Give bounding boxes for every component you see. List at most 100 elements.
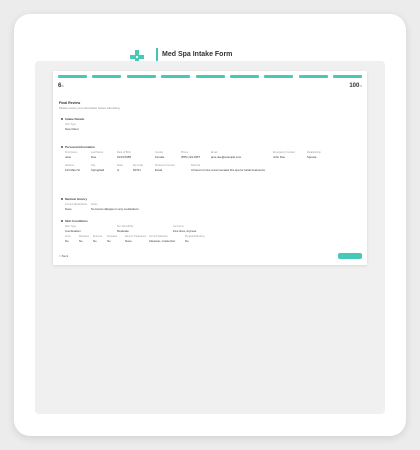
submit-button[interactable] <box>338 253 362 259</box>
field-value: No <box>107 239 111 243</box>
review-field: Recent Treatments None <box>125 235 146 243</box>
field-label: Eczema <box>93 235 103 238</box>
review-field: Visit Type New Client <box>65 123 79 131</box>
section-title: Final Review <box>59 101 81 105</box>
field-label: Gender <box>155 151 164 154</box>
field-label: Zip Code <box>133 164 144 167</box>
field-value: No <box>185 239 189 243</box>
field-value: Fine lines, dryness <box>173 229 197 233</box>
field-label: State <box>117 164 123 167</box>
section-heading: Personal Information <box>65 145 96 149</box>
section-description: Please review your information before su… <box>59 106 121 110</box>
review-field: Sun Sensitivity Moderate <box>117 225 133 233</box>
bullet-icon <box>61 220 63 222</box>
field-value: Combination <box>65 229 81 233</box>
field-label: Pregnant/Nursing <box>185 235 205 238</box>
field-value: Cleanser, moisturizer <box>149 239 176 243</box>
field-value: 62701 <box>133 168 141 172</box>
field-label: Rosacea <box>79 235 89 238</box>
field-label: Psoriasis <box>107 235 118 238</box>
field-value: Springfield <box>91 168 105 172</box>
field-value: None <box>125 239 132 243</box>
field-value: 123 Main St <box>65 168 80 172</box>
review-field: Zip Code 62701 <box>133 164 143 172</box>
review-field: Email jane.doe@example.com <box>211 151 241 159</box>
form-title: Med Spa Intake Form <box>162 51 233 58</box>
review-field: Relationship Spouse <box>307 151 321 159</box>
field-label: Skin Type <box>65 225 76 228</box>
section-heading: Medical History <box>65 197 88 201</box>
field-value: New Client <box>65 127 79 131</box>
step-segment <box>161 75 191 78</box>
field-value: (555) 123-4567 <box>181 155 201 159</box>
field-value: None <box>65 207 72 211</box>
step-segment <box>92 75 122 78</box>
field-label: Notes <box>91 203 98 206</box>
field-value: John Doe <box>273 155 285 159</box>
step-counter: 6/9 <box>58 83 64 89</box>
field-value: Spouse <box>307 155 317 159</box>
step-segment <box>195 75 225 78</box>
field-label: Acne <box>65 235 71 238</box>
field-label: Phone <box>181 151 189 154</box>
step-progress-bar <box>58 75 362 78</box>
field-label: Last Name <box>91 151 104 154</box>
back-button[interactable]: < Back <box>59 254 68 258</box>
review-field: Referral A friend of mine recommended thi… <box>191 164 265 172</box>
review-field: Date of Birth 01/15/1985 <box>117 151 131 159</box>
field-value: No <box>65 239 69 243</box>
field-value: Doe <box>91 155 97 159</box>
bullet-icon <box>61 146 63 148</box>
progress-row: 6/9 100% <box>58 83 362 91</box>
step-segment <box>58 75 87 78</box>
field-value: Moderate <box>117 229 129 233</box>
review-field: Concerns Fine lines, dryness <box>173 225 196 233</box>
field-value: No <box>79 239 83 243</box>
review-field: Emergency Contact John Doe <box>273 151 295 159</box>
form-container: SERENITY SPA Med Spa Intake Form Please … <box>14 14 406 436</box>
step-segment <box>126 75 156 78</box>
review-field: Rosacea No <box>79 235 89 243</box>
field-value: Email <box>155 168 162 172</box>
field-label: Current Skincare <box>149 235 168 238</box>
field-value: 01/15/1985 <box>117 155 131 159</box>
field-label: Emergency Contact <box>273 151 295 154</box>
section-heading: Intake Details <box>65 117 85 121</box>
field-value: Female <box>155 155 165 159</box>
field-value: jane.doe@example.com <box>211 155 242 159</box>
field-label: Date of Birth <box>117 151 131 154</box>
field-label: Visit Type <box>65 123 76 126</box>
review-field: Gender Female <box>155 151 164 159</box>
field-label: Referral <box>191 164 200 167</box>
review-field: Current Skincare Cleanser, moisturizer <box>149 235 175 243</box>
field-value: No known allergies to any medications <box>91 207 139 211</box>
field-label: Current Medications <box>65 203 88 206</box>
bullet-icon <box>61 198 63 200</box>
review-field: Current Medications None <box>65 203 87 211</box>
progress-percent: 100% <box>349 83 362 89</box>
field-value: Jane <box>65 155 72 159</box>
review-field: Phone (555) 123-4567 <box>181 151 200 159</box>
field-value: A friend of mine recommended this spa fo… <box>191 168 265 172</box>
step-segment <box>333 75 362 78</box>
review-field: Notes No known allergies to any medicatio… <box>91 203 139 211</box>
field-label: Concerns <box>173 225 184 228</box>
step-segment <box>264 75 294 78</box>
review-field: Last Name Doe <box>91 151 103 159</box>
review-field: First Name Jane <box>65 151 77 159</box>
step-segment <box>298 75 328 78</box>
review-field: City Springfield <box>91 164 104 172</box>
review-field: Eczema No <box>93 235 102 243</box>
field-label: City <box>91 164 96 167</box>
bullet-icon <box>61 118 63 120</box>
step-segment <box>229 75 259 78</box>
review-field: Address 123 Main St <box>65 164 80 172</box>
field-label: Preferred Contact <box>155 164 175 167</box>
review-card: 6/9 100% Final Review Please review your… <box>53 71 367 265</box>
field-label: Recent Treatments <box>125 235 147 238</box>
field-label: Email <box>211 151 218 154</box>
review-field: Acne No <box>65 235 71 243</box>
field-label: Sun Sensitivity <box>117 225 134 228</box>
field-value: No <box>93 239 97 243</box>
review-field: Psoriasis No <box>107 235 117 243</box>
